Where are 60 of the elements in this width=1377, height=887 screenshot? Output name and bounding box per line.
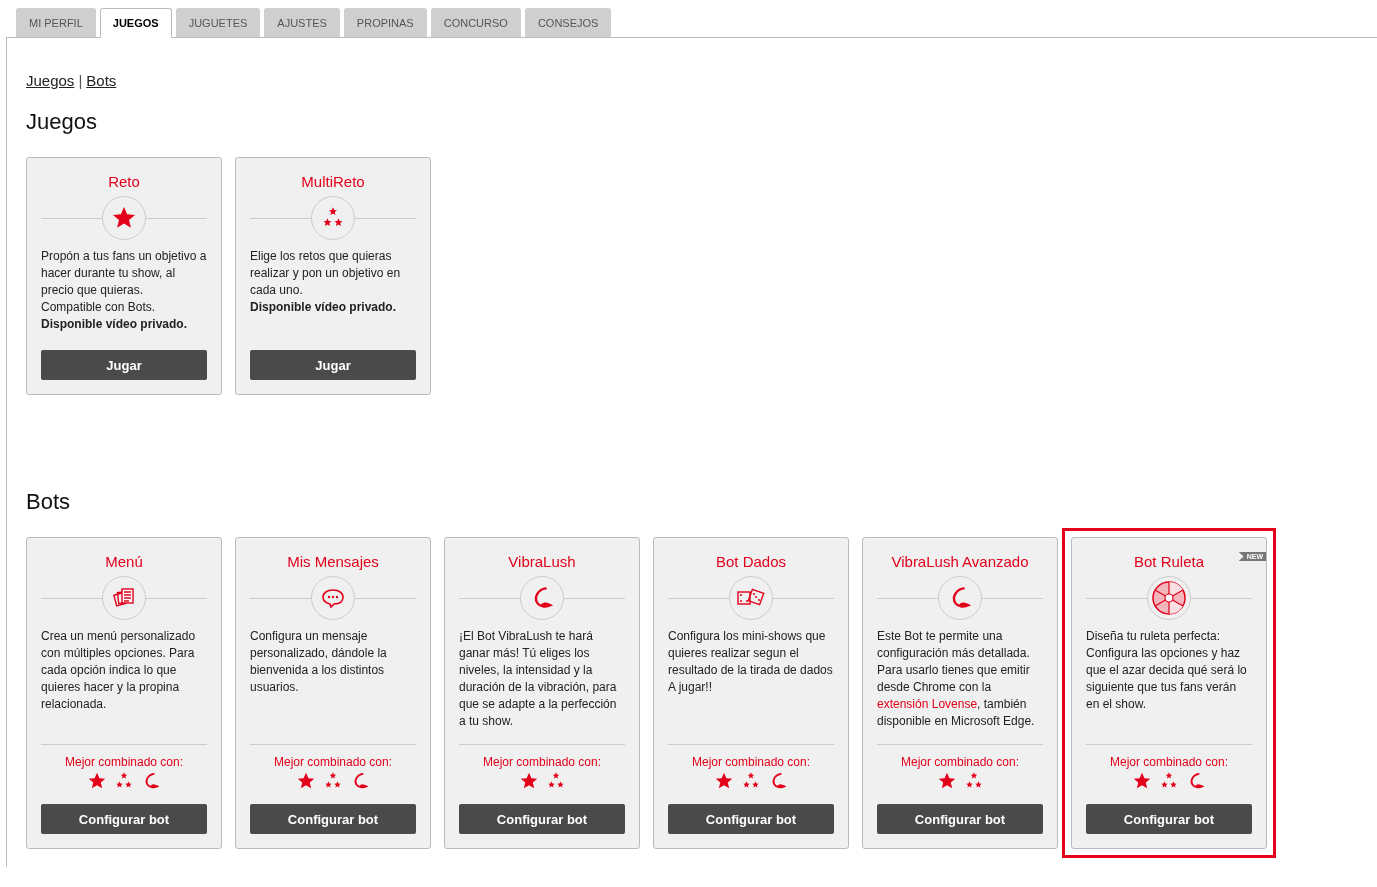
star-icon	[112, 206, 136, 230]
star-icon	[937, 772, 956, 790]
star-icon	[1133, 772, 1151, 790]
configure-button[interactable]: Configurar bot	[250, 804, 416, 834]
card-title: MultiReto	[300, 173, 366, 190]
combo-label: Mejor combinado con:	[900, 755, 1020, 769]
card-note: Disponible vídeo privado.	[250, 299, 398, 316]
card-description: Configura los mini-shows que quieres realizar segun el resultado de la tirada de dados A jugar!!	[668, 628, 834, 696]
three-stars-icon	[546, 772, 565, 790]
configure-button[interactable]: Configurar bot	[668, 804, 834, 834]
star-icon	[715, 772, 733, 790]
nav-tab[interactable]: AJUSTES	[264, 8, 340, 38]
breadcrumb-separator: |	[78, 72, 83, 89]
card-note: Disponible vídeo privado.	[41, 316, 189, 333]
three-stars-icon	[115, 772, 133, 790]
star-icon	[519, 772, 538, 790]
combo-label: Mejor combinado con:	[1109, 755, 1229, 769]
card-description: Crea un menú personalizado con múltiples opciones. Para cada opción indica lo que quieres hacer y la propina relacionada.	[41, 628, 197, 713]
card-description: ¡El Bot VibraLush te hará ganar más! Tú eliges los niveles, la intensidad y la duración de la vibración, para que se adapte a la perfección a tu show.	[459, 628, 618, 730]
card-title: Reto	[107, 173, 141, 190]
configure-button[interactable]: Configurar bot	[877, 804, 1043, 834]
card-description: Diseña tu ruleta perfecta: Configura las opciones y haz que el azar decida qué será lo siguiente que tus fans verán en el show.	[1086, 628, 1248, 713]
card-title: Bot Dados	[714, 553, 787, 570]
play-button[interactable]: Jugar	[250, 350, 416, 380]
card-title: VibraLush	[507, 553, 577, 570]
three-stars-icon	[1160, 772, 1178, 790]
nav-tab[interactable]: CONSEJOS	[524, 8, 612, 38]
three-stars-icon	[742, 772, 760, 790]
combo-label: Mejor combinado con:	[482, 755, 602, 769]
dice-icon	[736, 588, 766, 608]
configure-button[interactable]: Configurar bot	[1086, 804, 1252, 834]
section-heading: Bots	[26, 489, 72, 515]
card-description: Este Bot te permite una configuración más detallada. Para usarlo tienes que emitir desde Chrome con la extensión Lovense, también disponible en Microsoft Edge.	[877, 628, 1036, 730]
star-icon	[297, 772, 315, 790]
card-title: Menú	[104, 553, 144, 570]
card-title: Mis Mensajes	[286, 553, 380, 570]
breadcrumb-link[interactable]: Bots	[86, 72, 117, 89]
nav-tab[interactable]: MI PERFIL	[16, 8, 96, 38]
nav-tab[interactable]: CONCURSO	[430, 8, 521, 38]
nav-tab[interactable]: JUGUETES	[175, 8, 261, 38]
star-icon	[88, 772, 106, 790]
section-heading: Juegos	[26, 109, 98, 135]
card-description: Configura un mensaje personalizado, dándole la bienvenida a los distintos usuarios.	[250, 628, 388, 696]
three-stars-icon	[322, 207, 344, 229]
documents-icon	[113, 588, 135, 608]
card-description: Elige los retos que quieras realizar y pon un objetivo en cada uno.	[250, 248, 402, 299]
three-stars-icon	[324, 772, 342, 790]
three-stars-icon	[964, 772, 983, 790]
play-button[interactable]: Jugar	[41, 350, 207, 380]
combo-label: Mejor combinado con:	[64, 755, 184, 769]
combo-label: Mejor combinado con:	[691, 755, 811, 769]
breadcrumb-link[interactable]: Juegos	[26, 72, 75, 89]
nav-tab[interactable]: PROPINAS	[343, 8, 427, 38]
card-description: Propón a tus fans un objetivo a hacer durante tu show, al precio que quieras. Compatible con Bots.	[41, 248, 207, 316]
configure-button[interactable]: Configurar bot	[459, 804, 625, 834]
card-title: VibraLush Avanzado	[890, 553, 1030, 570]
combo-label: Mejor combinado con:	[273, 755, 393, 769]
chat-bubble-icon	[321, 588, 345, 608]
configure-button[interactable]: Configurar bot	[41, 804, 207, 834]
nav-tab[interactable]: JUEGOS	[99, 8, 172, 38]
